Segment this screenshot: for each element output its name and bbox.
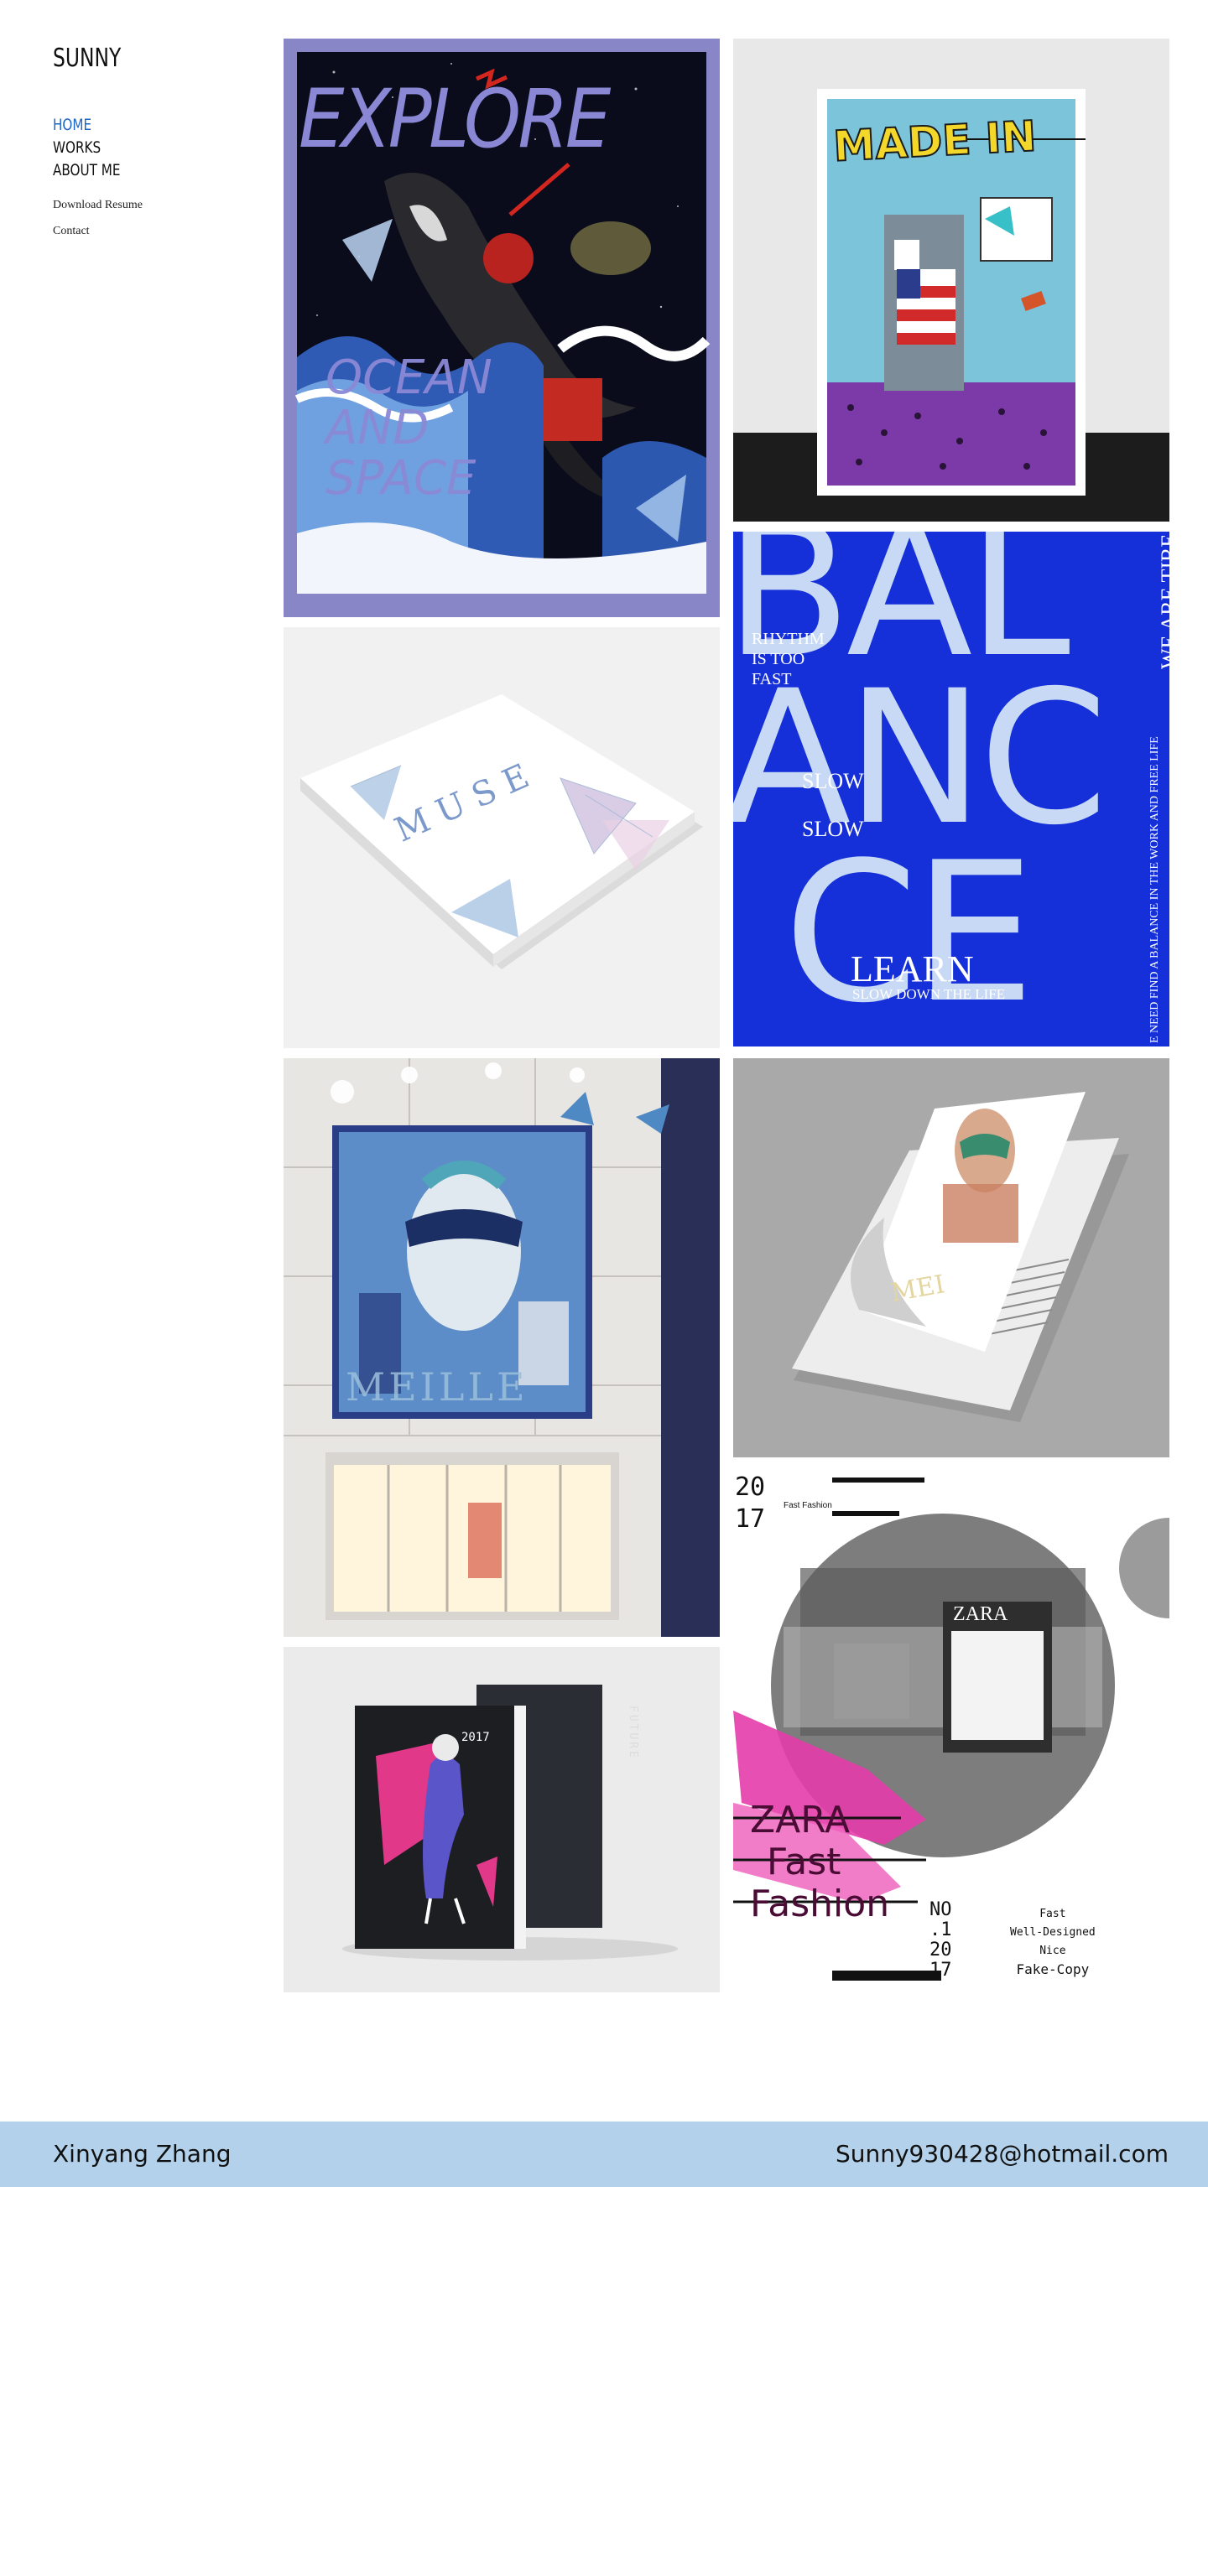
- zara-title-2: Fast: [767, 1841, 841, 1883]
- zara-issue-1: NO: [929, 1899, 952, 1920]
- zara-title-1: ZARA: [750, 1799, 851, 1841]
- nav-works[interactable]: WORKS: [53, 137, 125, 159]
- zara-year-b: 17: [735, 1504, 766, 1534]
- footer-name: Xinyang Zhang: [53, 2140, 232, 2168]
- meille-title: MEILLE: [346, 1364, 528, 1410]
- zara-issue-4: 17: [929, 1960, 952, 1981]
- balance-slow-1: SLOW: [802, 769, 864, 793]
- zara-list-4: Fake-Copy: [1016, 1961, 1090, 1977]
- explore-subtitle-ocean: OCEAN: [325, 351, 492, 405]
- balance-side-text-1: WE ARE TIRE: [1157, 533, 1169, 669]
- zara-title-3: Fashion: [750, 1883, 890, 1925]
- zara-list-2: Well-Designed: [1010, 1926, 1096, 1939]
- zara-issue-3: 20: [929, 1940, 952, 1961]
- work-made-in-poster[interactable]: MADE IN: [733, 39, 1169, 522]
- zara-store-sign: ZARA: [953, 1603, 1008, 1625]
- future-year: 2017: [461, 1731, 490, 1744]
- balance-rhythm-1: RHYTHM: [752, 630, 825, 648]
- zara-year-a: 20: [735, 1472, 766, 1502]
- balance-side-text-2: E NEED FIND A BALANCE IN THE WORK AND FR…: [1148, 736, 1161, 1043]
- work-meille-storefront[interactable]: MEILLE: [284, 1058, 720, 1637]
- future-spine-title: FUTURE: [627, 1706, 639, 1760]
- explore-subtitle-and: AND: [325, 401, 430, 455]
- work-future-book[interactable]: 2017 FUTURE: [284, 1647, 720, 1992]
- balance-word-2: ANC: [733, 651, 1108, 865]
- zara-issue-2: .1: [929, 1919, 952, 1940]
- work-zara-poster[interactable]: 20 17 Fast Fashion ZARA ZARA Fast Fashio…: [733, 1467, 1169, 1992]
- explore-title: EXPLORE: [299, 72, 611, 166]
- zara-list-1: Fast: [1039, 1908, 1066, 1920]
- nav-about-me[interactable]: ABOUT ME: [53, 159, 125, 182]
- balance-rhythm-2: IS TOO: [752, 650, 805, 668]
- zara-list-3: Nice: [1039, 1945, 1066, 1957]
- zara-tag: Fast Fashion: [784, 1501, 832, 1510]
- balance-rhythm-3: FAST: [752, 670, 792, 688]
- site-logo[interactable]: SUNNY: [53, 44, 121, 73]
- site-footer: Xinyang Zhang Sunny930428@hotmail.com: [0, 2122, 1208, 2187]
- main-nav: HOME WORKS ABOUT ME Download Resume Cont…: [53, 114, 143, 244]
- explore-subtitle-space: SPACE: [325, 451, 476, 506]
- work-notebook-mockup[interactable]: M U S E: [284, 627, 720, 1048]
- work-balance-poster[interactable]: BAL ANC CE RHYTHM IS TOO FAST SLOW SLOW …: [733, 532, 1169, 1046]
- balance-learn: LEARN: [851, 948, 974, 989]
- nav-download-resume[interactable]: Download Resume: [53, 192, 143, 218]
- nav-contact[interactable]: Contact: [53, 218, 143, 244]
- balance-slow-2: SLOW: [802, 817, 864, 841]
- balance-learn-subtitle: SLOW DOWN THE LIFE: [852, 986, 1006, 1002]
- footer-email-link[interactable]: Sunny930428@hotmail.com: [836, 2140, 1169, 2168]
- work-explore-poster[interactable]: EXPLORE OCEAN AND SPACE: [284, 39, 720, 617]
- work-magazine-mockup[interactable]: MEI: [733, 1058, 1169, 1457]
- nav-home[interactable]: HOME: [53, 114, 125, 137]
